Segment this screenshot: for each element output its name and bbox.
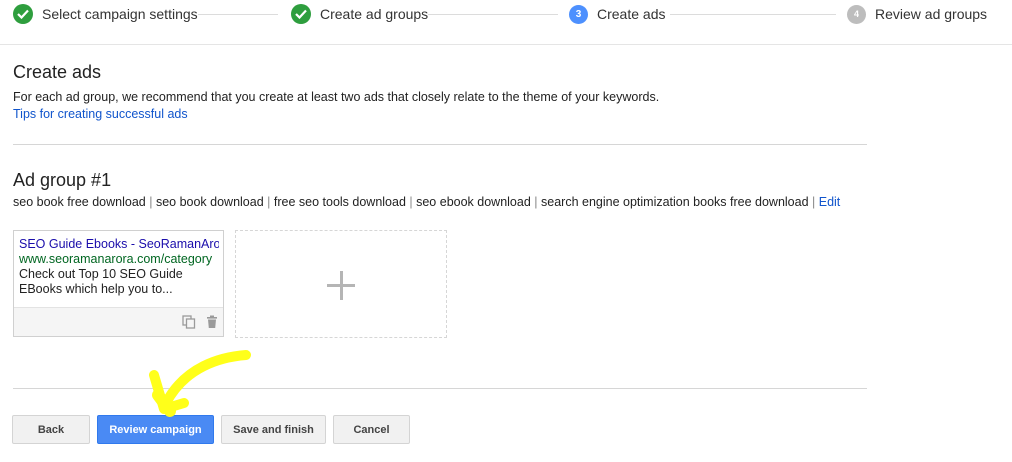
step-create-ad-groups[interactable]: Create ad groups [291,4,428,24]
copy-icon[interactable] [182,315,196,329]
save-and-finish-button[interactable]: Save and finish [221,415,326,444]
page-description: For each ad group, we recommend that you… [13,90,660,104]
step-connector [198,14,278,15]
ad-group-title: Ad group #1 [13,170,112,190]
keyword-separator: | [263,195,274,209]
keyword-separator: | [145,195,156,209]
ad-description: Check out Top 10 SEO Guide EBooks which … [19,267,183,296]
step-connector [670,14,836,15]
add-ad-button[interactable] [235,230,447,338]
keyword: seo book free download [13,195,146,209]
highlight-arrow-annotation [149,350,251,417]
keyword-separator: | [530,195,541,209]
keyword-separator: | [405,195,417,209]
keyword: free seo tools download [273,195,406,209]
step-number-badge: 3 [569,4,588,24]
keyword: seo book download [155,195,264,209]
check-icon [291,4,311,24]
ad-card-footer [14,307,223,336]
back-button[interactable]: Back [12,415,90,444]
ad-preview: SEO Guide Ebooks - SeoRamanArora www.seo… [14,231,219,297]
step-label: Create ads [597,6,666,22]
divider [13,144,867,145]
page-title: Create ads [13,62,102,82]
edit-keywords-link[interactable]: Edit [819,195,841,209]
keyword-list: seo book free download | seo book downlo… [13,195,840,209]
step-label: Create ad groups [320,6,429,22]
cancel-button[interactable]: Cancel [333,415,410,444]
divider [13,388,867,389]
keyword: search engine optimization books free do… [541,195,809,209]
step-number-badge: 4 [847,4,866,24]
check-icon [13,4,33,24]
tips-link[interactable]: Tips for creating successful ads [13,107,188,121]
step-select-campaign-settings[interactable]: Select campaign settings [13,4,198,24]
ad-card[interactable]: SEO Guide Ebooks - SeoRamanArora www.seo… [13,230,224,337]
step-label: Select campaign settings [42,6,198,22]
ad-headline: SEO Guide Ebooks - SeoRamanArora [19,237,219,251]
step-review-ad-groups: 4 Review ad groups [847,4,987,24]
step-create-ads: 3 Create ads [569,4,665,24]
keyword: seo ebook download [416,195,531,209]
progress-stepper: Select campaign settings Create ad group… [0,0,1012,45]
review-campaign-button[interactable]: Review campaign [97,415,214,444]
trash-icon[interactable] [205,315,219,329]
step-connector [428,14,558,15]
step-label: Review ad groups [875,6,988,22]
ad-display-url: www.seoramanarora.com/category [19,252,213,266]
keyword-separator: | [808,195,819,209]
